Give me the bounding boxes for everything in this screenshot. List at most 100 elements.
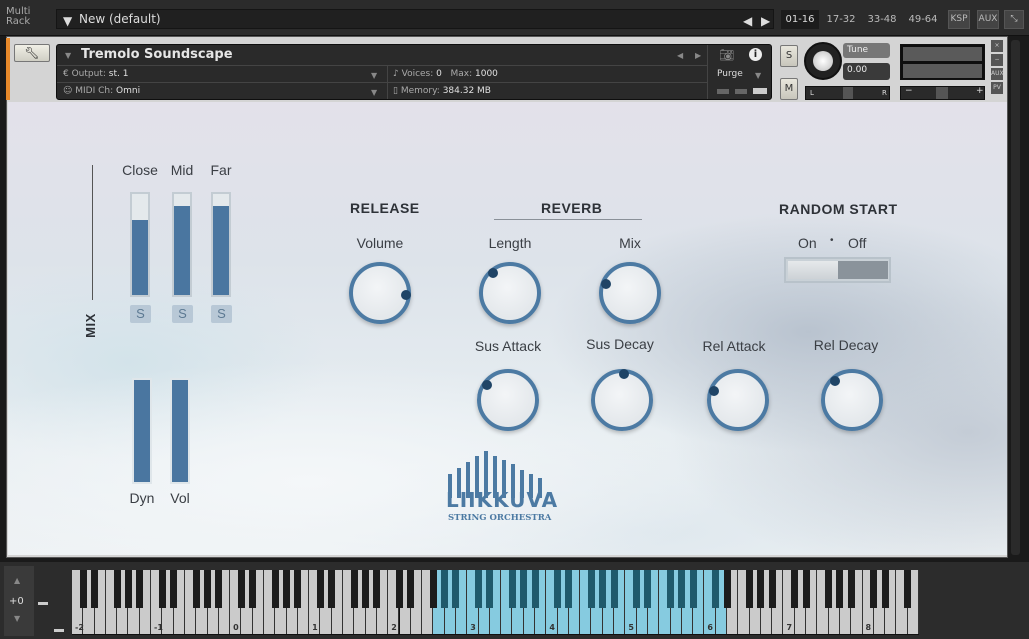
- knob-volume[interactable]: [349, 262, 411, 324]
- black-key[interactable]: [373, 570, 381, 608]
- close-instrument-button[interactable]: ×: [991, 40, 1003, 52]
- down-arrow-icon[interactable]: ▼: [14, 614, 20, 623]
- black-key[interactable]: [158, 570, 166, 608]
- midi-channel-selector[interactable]: ☺ MIDI Ch: Omni: [63, 86, 140, 96]
- black-key[interactable]: [667, 570, 675, 608]
- solo-button-close[interactable]: S: [130, 305, 151, 323]
- black-key[interactable]: [723, 570, 731, 608]
- volume-slider[interactable]: − +: [900, 86, 985, 100]
- output-dropdown-icon[interactable]: ▼: [371, 71, 377, 80]
- mod-wheel-handle[interactable]: [54, 629, 64, 632]
- black-key[interactable]: [689, 570, 697, 608]
- black-key[interactable]: [554, 570, 562, 608]
- pv-button[interactable]: PV: [991, 82, 1003, 94]
- black-key[interactable]: [136, 570, 144, 608]
- page-tab-01-16[interactable]: 01-16: [781, 10, 819, 29]
- black-key[interactable]: [678, 570, 686, 608]
- black-key[interactable]: [237, 570, 245, 608]
- black-key[interactable]: [249, 570, 257, 608]
- up-arrow-icon[interactable]: ▲: [14, 576, 20, 585]
- page-tab-49-64[interactable]: 49-64: [904, 10, 942, 29]
- black-key[interactable]: [429, 570, 437, 608]
- black-key[interactable]: [565, 570, 573, 608]
- multi-preset-selector[interactable]: ▼ New (default) ◀ ▶: [56, 9, 774, 29]
- fader-dyn[interactable]: [132, 378, 152, 484]
- tune-knob[interactable]: [804, 42, 842, 80]
- black-key[interactable]: [825, 570, 833, 608]
- black-key[interactable]: [441, 570, 449, 608]
- pitch-bend-handle[interactable]: [38, 602, 48, 605]
- wrench-icon[interactable]: 🔧︎: [14, 44, 50, 62]
- midi-dropdown-icon[interactable]: ▼: [371, 88, 377, 97]
- black-key[interactable]: [192, 570, 200, 608]
- solo-button-far[interactable]: S: [211, 305, 232, 323]
- fader-close[interactable]: [130, 192, 150, 297]
- black-key[interactable]: [91, 570, 99, 608]
- rack-scrollbar[interactable]: [1011, 40, 1020, 555]
- black-key[interactable]: [599, 570, 607, 608]
- black-key[interactable]: [486, 570, 494, 608]
- black-key[interactable]: [79, 570, 87, 608]
- page-tab-33-48[interactable]: 33-48: [863, 10, 901, 29]
- black-key[interactable]: [768, 570, 776, 608]
- black-key[interactable]: [847, 570, 855, 608]
- black-key[interactable]: [215, 570, 223, 608]
- black-key[interactable]: [531, 570, 539, 608]
- black-key[interactable]: [294, 570, 302, 608]
- black-key[interactable]: [757, 570, 765, 608]
- knob-sus-attack[interactable]: [477, 369, 539, 431]
- black-key[interactable]: [587, 570, 595, 608]
- aux-button[interactable]: AUX: [977, 10, 999, 29]
- fader-vol[interactable]: [170, 378, 190, 484]
- transpose-control[interactable]: ▲ +0 ▼: [4, 566, 34, 636]
- solo-button[interactable]: S: [780, 45, 798, 67]
- black-key[interactable]: [407, 570, 415, 608]
- black-key[interactable]: [520, 570, 528, 608]
- black-key[interactable]: [452, 570, 460, 608]
- black-key[interactable]: [904, 570, 912, 608]
- camera-icon[interactable]: 📷︎: [719, 48, 734, 62]
- random-start-toggle[interactable]: [784, 257, 891, 283]
- black-key[interactable]: [870, 570, 878, 608]
- next-icon[interactable]: ▶: [695, 51, 701, 60]
- fader-mid[interactable]: [172, 192, 192, 297]
- page-tab-17-32[interactable]: 17-32: [822, 10, 860, 29]
- black-key[interactable]: [170, 570, 178, 608]
- black-key[interactable]: [508, 570, 516, 608]
- knob-rel-decay[interactable]: [821, 369, 883, 431]
- prev-icon[interactable]: ◀: [677, 51, 683, 60]
- black-key[interactable]: [350, 570, 358, 608]
- black-key[interactable]: [791, 570, 799, 608]
- collapse-icon[interactable]: ⤡: [1004, 10, 1024, 29]
- collapse-instrument-icon[interactable]: ▼: [65, 51, 71, 60]
- next-icon[interactable]: ▶: [761, 14, 770, 28]
- black-key[interactable]: [271, 570, 279, 608]
- piano-keyboard[interactable]: -2 -1 0 1 2 3 4 5 6 7 8: [72, 570, 919, 635]
- black-key[interactable]: [746, 570, 754, 608]
- black-key[interactable]: [204, 570, 212, 608]
- knob-mix[interactable]: [599, 262, 661, 324]
- black-key[interactable]: [712, 570, 720, 608]
- solo-button-mid[interactable]: S: [172, 305, 193, 323]
- purge-menu[interactable]: Purge: [717, 69, 743, 79]
- knob-length[interactable]: [479, 262, 541, 324]
- ksp-button[interactable]: KSP: [948, 10, 970, 29]
- black-key[interactable]: [362, 570, 370, 608]
- fader-far[interactable]: [211, 192, 231, 297]
- pan-slider[interactable]: L R: [805, 86, 890, 100]
- black-key[interactable]: [644, 570, 652, 608]
- black-key[interactable]: [113, 570, 121, 608]
- tune-value[interactable]: 0.00: [843, 63, 890, 80]
- output-selector[interactable]: € Output: st. 1: [63, 69, 128, 79]
- knob-rel-attack[interactable]: [707, 369, 769, 431]
- black-key[interactable]: [633, 570, 641, 608]
- black-key[interactable]: [316, 570, 324, 608]
- black-key[interactable]: [124, 570, 132, 608]
- mute-button[interactable]: M: [780, 78, 798, 100]
- black-key[interactable]: [283, 570, 291, 608]
- instrument-name[interactable]: Tremolo Soundscape: [81, 47, 233, 62]
- black-key[interactable]: [881, 570, 889, 608]
- black-key[interactable]: [836, 570, 844, 608]
- black-key[interactable]: [610, 570, 618, 608]
- info-icon[interactable]: i: [749, 48, 762, 61]
